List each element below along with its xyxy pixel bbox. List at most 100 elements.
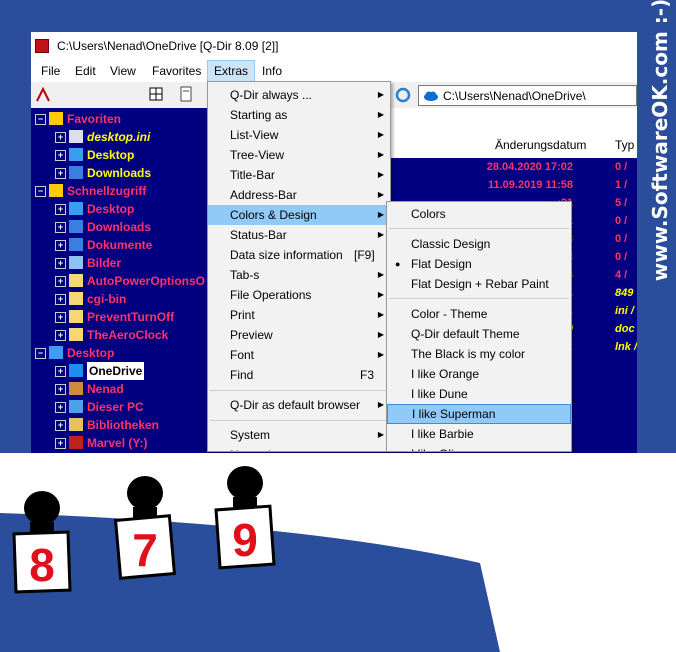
expand-toggle[interactable]: + <box>55 384 66 395</box>
expand-toggle[interactable]: + <box>55 150 66 161</box>
tree-item[interactable]: + Bibliotheken <box>31 416 208 434</box>
expand-toggle[interactable]: − <box>35 114 46 125</box>
colors-submenu-item[interactable]: I like Superman <box>387 404 571 424</box>
menu-view[interactable]: View <box>104 60 142 82</box>
refresh-icon[interactable] <box>395 87 411 103</box>
colors-submenu-item[interactable]: ● Flat Design <box>387 254 571 274</box>
menu-item-label: Color - Theme <box>411 307 488 321</box>
expand-toggle[interactable]: + <box>55 276 66 287</box>
expand-toggle[interactable]: + <box>55 420 66 431</box>
copy-path-icon[interactable] <box>179 86 193 102</box>
tree-item[interactable]: + Desktop <box>31 200 208 218</box>
extras-menu-item[interactable]: List-View ▶ <box>208 125 390 145</box>
folder-tree[interactable]: − Favoriten + desktop.ini + Desktop + Downloads… <box>31 108 208 453</box>
menu-edit[interactable]: Edit <box>69 60 102 82</box>
tree-item[interactable]: + Dokumente <box>31 236 208 254</box>
colors-submenu-item[interactable]: Classic Design <box>387 234 571 254</box>
extras-menu-item[interactable]: Address-Bar ▶ <box>208 185 390 205</box>
extras-menu-item[interactable]: Print ▶ <box>208 305 390 325</box>
colors-submenu-item[interactable]: I like Orange <box>387 364 571 384</box>
extras-menu-item[interactable]: Find F3 <box>208 365 390 385</box>
tree-item[interactable]: + cgi-bin <box>31 290 208 308</box>
expand-toggle[interactable]: − <box>35 348 46 359</box>
extras-menu-item[interactable]: Status-Bar ▶ <box>208 225 390 245</box>
expand-toggle[interactable]: + <box>55 258 66 269</box>
menu-favorites[interactable]: Favorites <box>146 60 207 82</box>
extras-menu-item[interactable]: Starting as ▶ <box>208 105 390 125</box>
expand-toggle[interactable]: + <box>55 312 66 323</box>
colors-submenu-item[interactable]: Colors <box>387 204 571 224</box>
expand-toggle[interactable]: + <box>55 132 66 143</box>
extras-menu-item[interactable]: Network ▶ <box>208 445 390 451</box>
menu-item-label: List-View <box>230 128 279 142</box>
colors-submenu-item[interactable]: Color - Theme <box>387 304 571 324</box>
extras-menu-item[interactable]: File Operations ▶ <box>208 285 390 305</box>
extras-menu-item[interactable]: Q-Dir as default browser ▶ <box>208 395 390 415</box>
column-modified[interactable]: Änderungsdatum <box>495 138 586 152</box>
tree-item[interactable]: + Bilder <box>31 254 208 272</box>
up-folder-icon[interactable] <box>35 87 51 103</box>
menu-info[interactable]: Info <box>256 60 288 82</box>
tree-item[interactable]: + Downloads <box>31 164 208 182</box>
menu-extras[interactable]: Extras <box>207 60 256 82</box>
menu-file[interactable]: File <box>35 60 66 82</box>
tree-item[interactable]: + Nenad <box>31 380 208 398</box>
tree-item[interactable]: + Marvel (Y:) <box>31 434 208 452</box>
menu-item-label: Network <box>230 445 274 451</box>
extras-menu-item[interactable]: System ▶ <box>208 425 390 445</box>
tree-item[interactable]: + AutoPowerOptionsO <box>31 272 208 290</box>
tree-item[interactable]: − Favoriten <box>31 110 208 128</box>
colors-submenu-item[interactable]: I like Olive <box>387 444 571 451</box>
colors-submenu-item[interactable]: I like Dune <box>387 384 571 404</box>
tree-item[interactable]: + Downloads <box>31 218 208 236</box>
extras-menu-item[interactable]: Q-Dir always ... ▶ <box>208 85 390 105</box>
menu-item-label: Tree-View <box>230 148 285 162</box>
extras-menu-item[interactable]: Tree-View ▶ <box>208 145 390 165</box>
tree-item-label: Bilder <box>87 256 122 270</box>
expand-toggle[interactable]: + <box>55 294 66 305</box>
tree-item[interactable]: − Schnellzugriff <box>31 182 208 200</box>
colors-submenu-item[interactable]: Flat Design + Rebar Paint <box>387 274 571 294</box>
expand-toggle[interactable]: + <box>55 204 66 215</box>
menu-item-label: File Operations <box>230 288 312 302</box>
tree-item[interactable]: + Dieser PC <box>31 398 208 416</box>
layout-icon[interactable] <box>149 87 163 101</box>
app-icon <box>35 39 49 53</box>
menu-item-label: Tab-s <box>230 268 260 282</box>
tree-item[interactable]: + TheAeroClock <box>31 326 208 344</box>
address-bar[interactable]: C:\Users\Nenad\OneDrive\ <box>418 85 637 106</box>
colors-submenu-item[interactable]: The Black is my color <box>387 344 571 364</box>
tree-item[interactable]: + Desktop <box>31 146 208 164</box>
judges-illustration: 8 7 9 <box>0 453 676 652</box>
submenu-arrow-icon: ▶ <box>377 350 384 359</box>
expand-toggle[interactable]: + <box>55 402 66 413</box>
tree-item[interactable]: + desktop.ini <box>31 128 208 146</box>
tree-item-label: Marvel (Y:) <box>87 436 148 450</box>
extras-menu-item[interactable]: Preview ▶ <box>208 325 390 345</box>
desktop-icon <box>69 202 83 215</box>
column-type[interactable]: Typ <box>615 138 634 152</box>
expand-toggle[interactable]: + <box>55 438 66 449</box>
menu-item-label: I like Barbie <box>411 427 474 441</box>
extras-menu-item[interactable]: Title-Bar ▶ <box>208 165 390 185</box>
extras-menu-item[interactable]: Colors & Design ▶ <box>208 205 390 225</box>
colors-submenu-item[interactable]: Q-Dir default Theme <box>387 324 571 344</box>
menu-shortcut: F3 <box>360 368 375 382</box>
extras-menu-item[interactable]: Data size information [F9] <box>208 245 390 265</box>
expand-toggle[interactable]: + <box>55 330 66 341</box>
expand-toggle[interactable]: + <box>55 222 66 233</box>
expand-toggle[interactable]: + <box>55 240 66 251</box>
extras-menu-item[interactable]: Font ▶ <box>208 345 390 365</box>
expand-toggle[interactable]: + <box>55 168 66 179</box>
extras-menu-item[interactable]: Tab-s ▶ <box>208 265 390 285</box>
submenu-arrow-icon: ▶ <box>377 310 384 319</box>
tree-item-label: Favoriten <box>67 112 122 126</box>
expand-toggle[interactable]: − <box>35 186 46 197</box>
tree-item[interactable]: + OneDrive <box>31 362 208 380</box>
tree-item[interactable]: − Desktop <box>31 344 208 362</box>
menu-bar: File Edit View Favorites Extras Info <box>31 60 637 82</box>
tree-item[interactable]: + PreventTurnOff <box>31 308 208 326</box>
expand-toggle[interactable]: + <box>55 366 66 377</box>
submenu-arrow-icon: ▶ <box>377 430 384 439</box>
colors-submenu-item[interactable]: I like Barbie <box>387 424 571 444</box>
